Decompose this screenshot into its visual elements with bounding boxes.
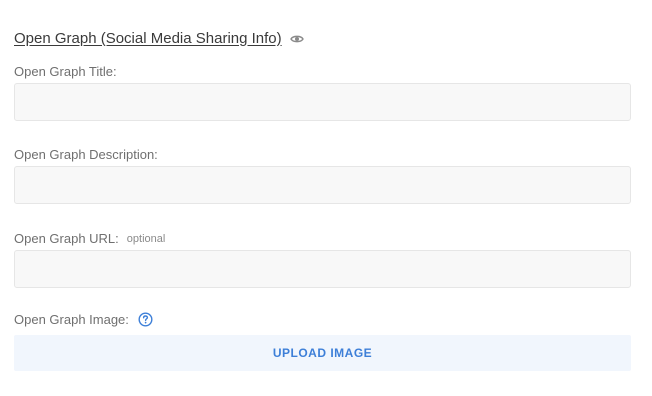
upload-image-label: UPLOAD IMAGE	[272, 346, 373, 360]
og-image-label: Open Graph Image:	[14, 312, 153, 327]
og-title-label-text: Open Graph Title:	[14, 64, 117, 79]
og-url-input[interactable]	[14, 250, 631, 288]
help-circle-icon[interactable]	[138, 312, 153, 327]
upload-image-button[interactable]: UPLOAD IMAGE	[14, 335, 631, 371]
og-url-label: Open Graph URL: optional	[14, 231, 165, 246]
section-header: Open Graph (Social Media Sharing Info)	[14, 28, 304, 48]
og-url-label-text: Open Graph URL:	[14, 231, 119, 246]
og-description-label: Open Graph Description:	[14, 147, 158, 162]
og-description-input[interactable]	[14, 166, 631, 204]
optional-tag: optional	[126, 232, 166, 245]
og-title-label: Open Graph Title:	[14, 64, 117, 79]
og-image-label-text: Open Graph Image:	[14, 312, 129, 327]
section-title-link[interactable]: Open Graph (Social Media Sharing Info)	[14, 30, 282, 47]
og-description-label-text: Open Graph Description:	[14, 147, 158, 162]
eye-icon[interactable]	[289, 34, 304, 44]
og-title-input[interactable]	[14, 83, 631, 121]
